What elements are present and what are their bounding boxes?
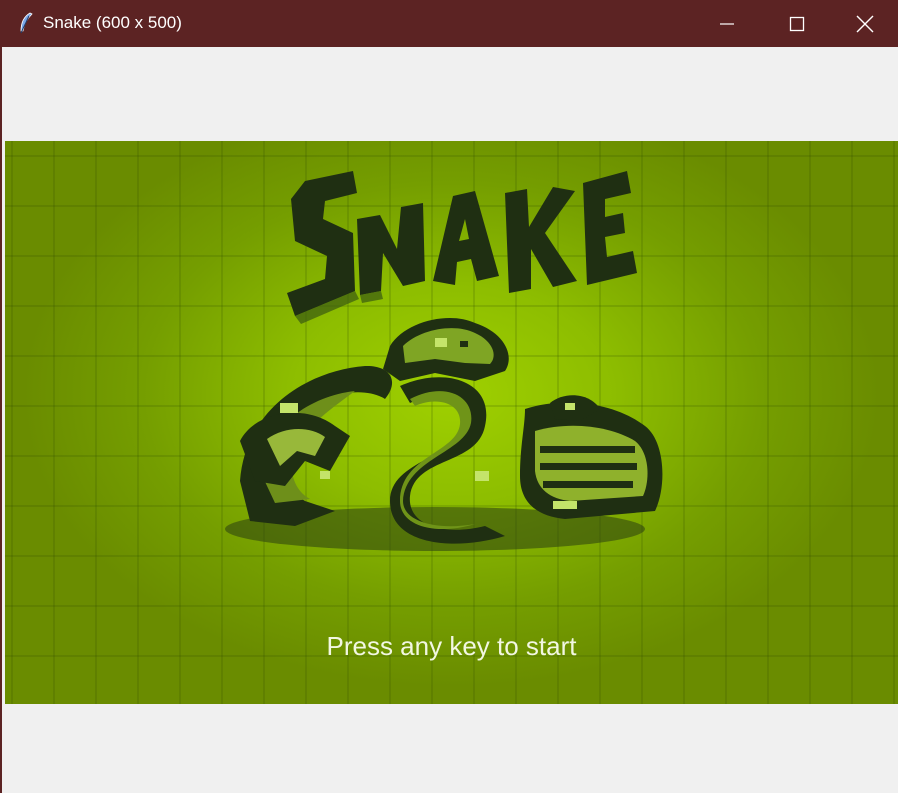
minimize-icon xyxy=(720,22,734,25)
close-button[interactable] xyxy=(832,0,898,47)
title-bar[interactable]: Snake (600 x 500) xyxy=(0,0,898,47)
close-icon xyxy=(856,15,874,32)
app-window: Snake (600 x 500) Press any key to start xyxy=(0,0,898,793)
minimize-button[interactable] xyxy=(692,0,762,47)
start-prompt: Press any key to start xyxy=(326,631,577,661)
maximize-button[interactable] xyxy=(762,0,832,47)
feather-icon xyxy=(20,12,33,34)
game-canvas[interactable]: Press any key to start xyxy=(5,141,898,704)
snake-title-graphic xyxy=(287,171,637,316)
window-title: Snake (600 x 500) xyxy=(43,13,182,32)
snake-logo xyxy=(225,171,663,551)
maximize-icon xyxy=(789,16,805,31)
snake-illustration-graphic xyxy=(225,317,663,551)
